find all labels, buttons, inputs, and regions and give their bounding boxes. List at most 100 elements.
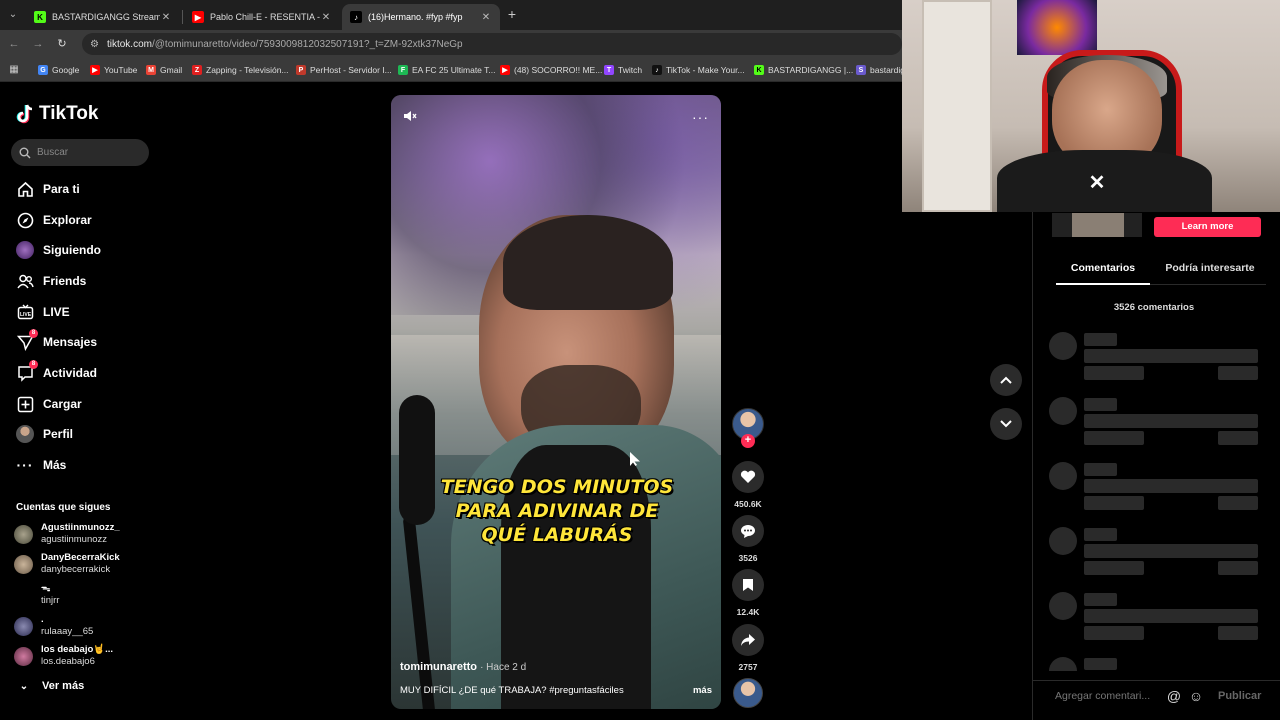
learn-more-button[interactable]: Learn more bbox=[1154, 217, 1261, 237]
nav-perfil[interactable]: Perfil bbox=[16, 422, 73, 446]
bookmark-google[interactable]: G Google bbox=[38, 63, 79, 77]
perhost-icon: P bbox=[296, 65, 306, 75]
bookmark-youtube[interactable]: ▶ YouTube bbox=[90, 63, 137, 77]
close-tab-icon[interactable]: ✕ bbox=[480, 12, 492, 23]
emoji-icon[interactable]: ☺ bbox=[1188, 688, 1204, 704]
tab-comentarios[interactable]: Comentarios bbox=[1062, 262, 1144, 274]
reload-icon[interactable]: ↻ bbox=[54, 36, 70, 52]
browser-tab-tiktok[interactable]: ♪ (16)Hermano. #fyp #fyp ✕ bbox=[342, 4, 500, 30]
nav-cargar[interactable]: Cargar bbox=[16, 392, 82, 416]
active-tab-indicator bbox=[1056, 283, 1150, 285]
apps-grid-icon[interactable]: ▦ bbox=[6, 62, 22, 78]
nav-mas[interactable]: ··· Más bbox=[16, 453, 67, 477]
video-person-hair bbox=[503, 215, 673, 310]
following-account[interactable]: DanyBecerraKick danybecerrakick bbox=[14, 552, 120, 576]
following-account[interactable]: ᯓ tinjrr bbox=[14, 583, 59, 607]
mention-icon[interactable]: @ bbox=[1166, 688, 1182, 704]
account-name: . bbox=[41, 614, 44, 625]
nav-label: Actividad bbox=[43, 366, 98, 380]
search-input[interactable]: Buscar bbox=[11, 139, 149, 166]
bookmark-label: BASTARDIGANGG |... bbox=[768, 65, 854, 75]
site-info-icon[interactable]: ⚙ bbox=[90, 39, 99, 50]
save-button[interactable]: 12.4K bbox=[732, 569, 764, 617]
youtube-favicon-icon: ▶ bbox=[192, 11, 204, 23]
bookmark-label: bastardig bbox=[870, 65, 905, 75]
kick-icon: K bbox=[754, 65, 764, 75]
svg-text:LIVE: LIVE bbox=[19, 312, 31, 318]
skeleton-avatar bbox=[1049, 462, 1077, 490]
share-button[interactable]: 2757 bbox=[732, 624, 764, 672]
eafc-icon: F bbox=[398, 65, 408, 75]
under-armour-logo-icon: ✕ bbox=[1088, 172, 1106, 194]
following-account[interactable]: los deabajo🤘... los.deabajo6 bbox=[14, 644, 113, 668]
video-player[interactable]: ··· TENGO DOS MINUTOS PARA ADIVINAR DE Q… bbox=[391, 95, 721, 709]
bookmark-gmail[interactable]: M Gmail bbox=[146, 63, 182, 77]
skeleton-line bbox=[1218, 366, 1258, 380]
following-account[interactable]: Agustiinmunozz_ agustiinmunozz bbox=[14, 522, 120, 546]
tab-title: BASTARDIGANGG Stream - Wa bbox=[52, 12, 160, 22]
comment-button[interactable]: 3526 bbox=[732, 515, 764, 563]
avatar bbox=[14, 616, 33, 636]
microphone-handle bbox=[402, 514, 436, 709]
forward-icon[interactable]: → bbox=[30, 36, 46, 52]
follow-plus-icon[interactable]: + bbox=[741, 434, 755, 448]
search-placeholder: Buscar bbox=[37, 147, 69, 158]
nav-siguiendo[interactable]: Siguiendo bbox=[16, 238, 101, 262]
ad-thumbnail[interactable] bbox=[1052, 213, 1142, 237]
bookmark-twitch[interactable]: T Twitch bbox=[604, 63, 642, 77]
skeleton-line bbox=[1218, 561, 1258, 575]
bookmark-eafc[interactable]: F EA FC 25 Ultimate T... bbox=[398, 63, 495, 77]
bookmark-tiktok[interactable]: ♪ TikTok - Make Your... bbox=[652, 63, 745, 77]
skeleton-avatar bbox=[1049, 527, 1077, 555]
browser-tab-kick[interactable]: K BASTARDIGANGG Stream - Wa ✕ bbox=[26, 4, 180, 30]
share-count: 2757 bbox=[738, 662, 758, 672]
next-video-button[interactable] bbox=[990, 408, 1022, 440]
nav-actividad[interactable]: 8 Actividad bbox=[16, 360, 98, 385]
video-more-options-icon[interactable]: ··· bbox=[692, 109, 709, 125]
skeleton-line bbox=[1218, 626, 1258, 640]
see-more-button[interactable]: ⌄ Ver más bbox=[16, 680, 84, 692]
bookmark-kick[interactable]: K BASTARDIGANGG |... bbox=[754, 63, 853, 77]
close-tab-icon[interactable]: ✕ bbox=[320, 12, 332, 23]
skeleton-line bbox=[1084, 593, 1117, 606]
nav-explorar[interactable]: Explorar bbox=[16, 208, 92, 232]
avatar bbox=[14, 585, 33, 605]
new-tab-icon[interactable]: + bbox=[504, 6, 520, 22]
nav-live[interactable]: LIVE LIVE bbox=[16, 300, 70, 324]
skeleton-line bbox=[1084, 366, 1144, 380]
url-field[interactable]: ⚙ tiktok.com/@tomimunaretto/video/759300… bbox=[82, 33, 902, 55]
bookmark-label: PerHost - Servidor I... bbox=[310, 65, 392, 75]
bookmark-perhost[interactable]: P PerHost - Servidor I... bbox=[296, 63, 392, 77]
bookmark-socorro[interactable]: ▶ (48) SOCORRO!! ME... bbox=[500, 63, 602, 77]
tiktok-logo[interactable]: TikTok bbox=[16, 103, 98, 125]
mute-icon[interactable] bbox=[403, 109, 417, 123]
account-name: ᯓ bbox=[41, 583, 51, 594]
tab-podria-interesarte[interactable]: Podría interesarte bbox=[1160, 262, 1260, 274]
following-avatar-icon bbox=[16, 241, 34, 259]
previous-video-button[interactable] bbox=[990, 364, 1022, 396]
bookmark-zapping[interactable]: Z Zapping - Televisión... bbox=[192, 63, 289, 77]
bookmark-label: Google bbox=[52, 65, 80, 75]
skeleton-line bbox=[1084, 658, 1117, 670]
account-name: Agustiinmunozz_ bbox=[41, 522, 120, 533]
close-tab-icon[interactable]: ✕ bbox=[160, 12, 172, 23]
nav-mensajes[interactable]: 8 Mensajes bbox=[16, 329, 97, 354]
tab-search-icon[interactable]: ⌄ bbox=[4, 6, 22, 24]
more-link[interactable]: más bbox=[693, 685, 712, 696]
following-account[interactable]: . rulaaay__65 bbox=[14, 614, 93, 638]
tab-title: (16)Hermano. #fyp #fyp bbox=[368, 12, 463, 22]
publish-button[interactable]: Publicar bbox=[1218, 690, 1261, 702]
bookmark-bastardig[interactable]: Sbastardig bbox=[856, 63, 905, 77]
browser-tab-youtube[interactable]: ▶ Pablo Chill-E - RESENTIA - You ✕ bbox=[184, 4, 340, 30]
back-icon[interactable]: ← bbox=[6, 36, 22, 52]
nav-para-ti[interactable]: Para ti bbox=[16, 177, 80, 201]
nav-label: Explorar bbox=[43, 213, 92, 227]
bookmark-label: Zapping - Televisión... bbox=[206, 65, 289, 75]
like-button[interactable]: 450.6K bbox=[732, 461, 764, 509]
notification-badge: 8 bbox=[29, 360, 38, 369]
comment-input[interactable]: Agregar comentari... bbox=[1055, 690, 1150, 702]
video-author[interactable]: tomimunaretto bbox=[400, 661, 477, 673]
music-disc-avatar[interactable] bbox=[733, 678, 763, 708]
skeleton-line bbox=[1084, 414, 1258, 428]
nav-friends[interactable]: Friends bbox=[16, 269, 86, 293]
